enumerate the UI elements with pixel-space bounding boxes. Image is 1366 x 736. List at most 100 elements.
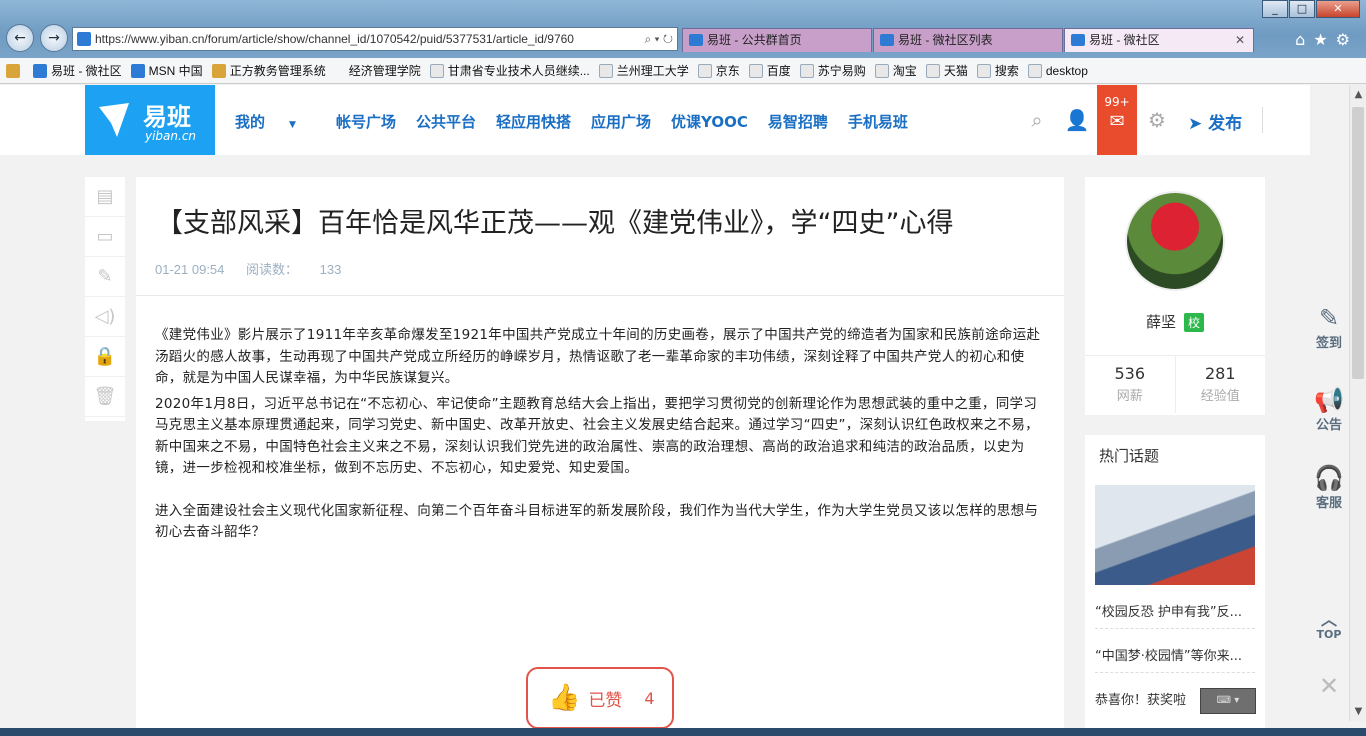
article-reads: 阅读数： 133 bbox=[246, 262, 342, 277]
fav-jiaowu[interactable]: 正方教务管理系统 bbox=[211, 62, 326, 79]
fav-suning[interactable]: 苏宁易购 bbox=[799, 62, 866, 79]
nav-public-platform[interactable]: 公共平台 bbox=[416, 111, 476, 132]
message-button[interactable]: 99+ ✉ bbox=[1097, 85, 1137, 155]
tab-favicon-icon bbox=[1071, 34, 1085, 46]
like-count: 4 bbox=[644, 688, 655, 708]
fav-lut[interactable]: 兰州理工大学 bbox=[598, 62, 689, 79]
article-paragraph: 《建党伟业》影片展示了1911年辛亥革命爆发至1921年中国共产党成立十年间的历… bbox=[155, 327, 1041, 386]
stat-experience: 281 经验值 bbox=[1174, 356, 1266, 413]
search-icon[interactable]: ⌕ ▾ ↻ bbox=[644, 28, 673, 50]
edit-icon[interactable]: ✎ bbox=[85, 257, 125, 297]
reader-mode-icon[interactable]: ▤ bbox=[85, 177, 125, 217]
hot-topic-image[interactable] bbox=[1095, 485, 1255, 585]
yiban-logo[interactable]: 易班 yiban.cn bbox=[85, 85, 215, 155]
fav-msn[interactable]: MSN 中国 bbox=[130, 62, 203, 79]
close-float-icon[interactable]: ✕ bbox=[1310, 672, 1348, 700]
like-button[interactable]: 👍 已赞 4 bbox=[526, 667, 674, 729]
scroll-up-icon[interactable]: ▲ bbox=[1350, 89, 1366, 100]
yiban-logo-icon bbox=[99, 103, 129, 137]
settings-gear-icon[interactable]: ⚙ bbox=[1144, 107, 1170, 133]
keyboard-ime-icon[interactable]: ⌨ ▾ bbox=[1200, 688, 1256, 714]
fav-tmall[interactable]: 天猫 bbox=[925, 62, 968, 79]
tab-label: 易班 - 公共群首页 bbox=[707, 33, 802, 47]
site-favicon-icon bbox=[77, 32, 91, 46]
avatar[interactable] bbox=[1125, 191, 1225, 291]
fav-taobao[interactable]: 淘宝 bbox=[874, 62, 917, 79]
author-card: 薛坚校 536 网薪 281 经验值 bbox=[1085, 177, 1265, 415]
article-time: 01-21 09:54 bbox=[155, 262, 225, 277]
scroll-down-icon[interactable]: ▼ bbox=[1350, 706, 1366, 717]
announcement-button[interactable]: 📢 公告 bbox=[1310, 386, 1348, 433]
nav-account-square[interactable]: 帐号广场 bbox=[336, 111, 396, 132]
hot-topic-item[interactable]: “校园反恐 护申有我”反... bbox=[1095, 601, 1255, 629]
home-icon[interactable]: ⌂ bbox=[1295, 30, 1313, 49]
logo-text: 易班 bbox=[143, 103, 191, 131]
address-bar[interactable]: https://www.yiban.cn/forum/article/show/… bbox=[72, 27, 678, 51]
fav-gansu[interactable]: 甘肃省专业技术人员继续... bbox=[429, 62, 590, 79]
article-divider bbox=[136, 295, 1064, 296]
maximize-button[interactable]: □ bbox=[1289, 0, 1315, 18]
main-nav: 我的 ▼ 帐号广场 公共平台 轻应用快搭 应用广场 优课YOOC 易智招聘 手机易… bbox=[235, 111, 928, 132]
favorites-bar: 易班 - 微社区 MSN 中国 正方教务管理系统 经济管理学院 甘肃省专业技术人… bbox=[0, 58, 1366, 84]
article-tools: ▤ ▭ ✎ ◁) 🔒 🗑 bbox=[85, 177, 125, 421]
scroll-thumb[interactable] bbox=[1352, 107, 1364, 379]
back-to-top-button[interactable]: ︿ TOP bbox=[1310, 610, 1348, 642]
site-header: 易班 yiban.cn 我的 ▼ 帐号广场 公共平台 轻应用快搭 应用广场 优课Y… bbox=[0, 85, 1310, 155]
nav-light-app[interactable]: 轻应用快搭 bbox=[496, 111, 571, 132]
checkin-button[interactable]: ✎ 签到 bbox=[1310, 304, 1348, 351]
fav-jd[interactable]: 京东 bbox=[697, 62, 740, 79]
caret-down-icon: ▼ bbox=[289, 120, 296, 130]
article-paragraph: 2020年1月8日，习近平总书记在“不忘初心、牢记使命”主题教育总结大会上指出，… bbox=[155, 395, 1039, 477]
nav-recruit[interactable]: 易智招聘 bbox=[768, 111, 828, 132]
nav-my[interactable]: 我的 ▼ bbox=[235, 111, 316, 132]
close-tab-icon[interactable]: ✕ bbox=[1235, 29, 1245, 51]
author-name[interactable]: 薛坚校 bbox=[1085, 311, 1265, 332]
tab-community[interactable]: 易班 - 微社区 ✕ bbox=[1064, 28, 1254, 52]
publish-button[interactable]: ➤ 发布 bbox=[1188, 109, 1242, 134]
fav-jingguan[interactable]: 经济管理学院 bbox=[349, 62, 421, 79]
paper-plane-icon: ➤ bbox=[1188, 114, 1209, 134]
message-count: 99+ bbox=[1104, 95, 1130, 109]
article-meta: 01-21 09:54 阅读数： 133 bbox=[155, 259, 377, 278]
stat-wangxin: 536 网薪 bbox=[1114, 364, 1146, 404]
fav-baidu[interactable]: 百度 bbox=[748, 62, 791, 79]
browser-tools: ⌂★⚙ bbox=[1295, 30, 1358, 49]
hot-topic-item[interactable]: “中国梦·校园情”等你来... bbox=[1095, 645, 1255, 673]
nav-yooc[interactable]: 优课YOOC bbox=[671, 111, 748, 132]
minimize-button[interactable]: _ bbox=[1262, 0, 1288, 18]
fav-yiban[interactable]: 易班 - 微社区 bbox=[33, 62, 122, 79]
fav-desktop[interactable]: desktop bbox=[1027, 63, 1088, 78]
speaker-icon[interactable]: ◁) bbox=[85, 297, 125, 337]
browser-titlebar: _ □ ✕ ← → https://www.yiban.cn/forum/art… bbox=[0, 0, 1366, 58]
checkin-icon: ✎ bbox=[1318, 304, 1340, 332]
chevron-up-icon: ︿ bbox=[1320, 610, 1337, 629]
fav-search[interactable]: 搜索 bbox=[976, 62, 1019, 79]
user-icon[interactable]: 👤 bbox=[1064, 107, 1090, 133]
window-controls: _ □ ✕ bbox=[1261, 0, 1360, 18]
back-button[interactable]: ← bbox=[6, 24, 34, 52]
gear-icon[interactable]: ⚙ bbox=[1336, 30, 1358, 49]
trash-icon[interactable]: 🗑 bbox=[85, 377, 125, 417]
forward-button[interactable]: → bbox=[40, 24, 68, 52]
close-window-button[interactable]: ✕ bbox=[1316, 0, 1360, 18]
tab-favicon-icon bbox=[880, 34, 894, 46]
hot-topics-title: 热门话题 bbox=[1099, 447, 1160, 465]
nav-mobile[interactable]: 手机易班 bbox=[848, 111, 908, 132]
os-taskbar bbox=[0, 728, 1366, 736]
search-icon[interactable]: ⌕ bbox=[1024, 107, 1050, 133]
address-url: https://www.yiban.cn/forum/article/show/… bbox=[95, 32, 574, 46]
author-stats: 536 网薪 281 经验值 bbox=[1085, 355, 1265, 413]
headset-icon: 🎧 bbox=[1314, 464, 1344, 492]
like-label: 已赞 bbox=[588, 690, 623, 711]
favorites-star-icon[interactable] bbox=[6, 63, 24, 78]
page-scrollbar[interactable]: ▲ ▼ bbox=[1349, 85, 1366, 721]
star-icon[interactable]: ★ bbox=[1313, 30, 1335, 49]
tab-community-list[interactable]: 易班 - 微社区列表 bbox=[873, 28, 1063, 52]
comment-icon[interactable]: ▭ bbox=[85, 217, 125, 257]
article-body: 《建党伟业》影片展示了1911年辛亥革命爆发至1921年中国共产党成立十年间的历… bbox=[155, 325, 1045, 544]
lock-icon[interactable]: 🔒 bbox=[85, 337, 125, 377]
customer-service-button[interactable]: 🎧 客服 bbox=[1310, 464, 1348, 511]
article-card: 【支部风采】百年恰是风华正茂——观《建党伟业》，学“四史”心得 01-21 09… bbox=[136, 177, 1064, 736]
nav-app-square[interactable]: 应用广场 bbox=[591, 111, 651, 132]
tab-public-home[interactable]: 易班 - 公共群首页 bbox=[682, 28, 872, 52]
